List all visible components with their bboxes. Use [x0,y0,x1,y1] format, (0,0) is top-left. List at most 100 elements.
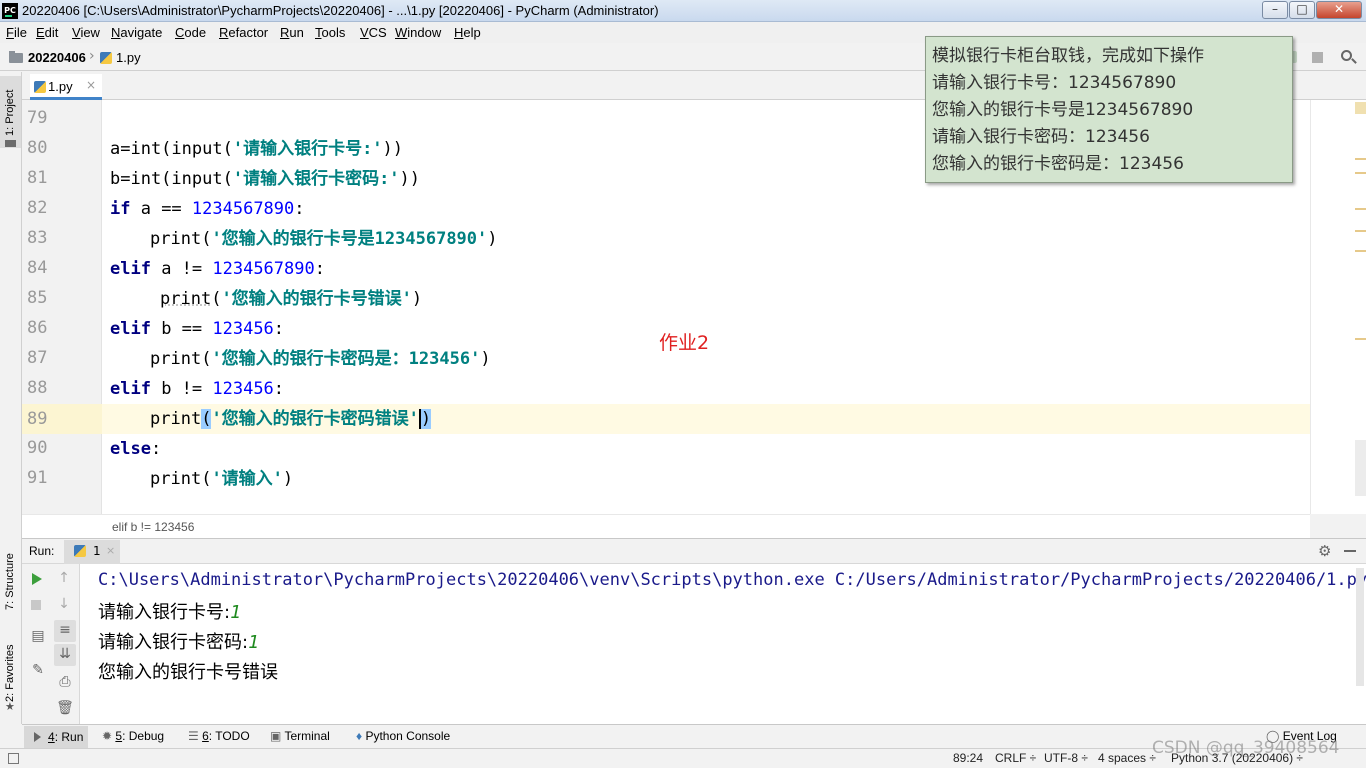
toggle-tool-windows-icon[interactable] [8,753,19,764]
close-button[interactable]: ✕ [1316,1,1362,19]
menu-vcs[interactable]: VCS [360,25,387,40]
tool-run-tab[interactable]: 4: Run [24,726,88,748]
title-bar: PC 20220406 [C:\Users\Administrator\Pych… [0,0,1366,22]
project-tool-tab[interactable]: 1: Project [0,76,21,148]
console-line: 请输入银行卡号:1 [98,602,241,623]
structure-tool-tab[interactable]: 7: Structure [4,534,16,610]
menu-edit[interactable]: Edit [36,25,58,40]
line-number: 90 [27,438,48,458]
inspection-status-icon[interactable] [1355,102,1366,114]
pin-icon[interactable]: ✎ [28,660,48,680]
trash-icon[interactable]: 🗑 [55,698,75,718]
scroll-to-end-button[interactable]: ⇊ [54,644,76,666]
scroll-thumb[interactable] [1355,440,1366,496]
print-icon[interactable]: ⎙ [55,672,75,692]
tool-debug-tab[interactable]: ✹ 5: Debug [102,729,164,747]
line-separator[interactable]: CRLF ÷ [995,751,1036,765]
menu-help[interactable]: Help [454,25,481,40]
line-number: 88 [27,378,48,398]
soft-wrap-button[interactable]: ≡ [54,620,76,642]
todo-icon: ☰ [188,729,203,743]
file-encoding[interactable]: UTF-8 ÷ [1044,751,1088,765]
search-icon-handle [1351,58,1357,64]
popup-line: 模拟银行卡柜台取钱，完成如下操作 [932,46,1204,66]
minimize-button[interactable]: – [1262,1,1288,19]
menu-navigate[interactable]: Navigate [111,25,162,40]
hide-panel-icon[interactable] [1344,550,1356,552]
code-line-88: elif b != 123456: [110,379,285,399]
menu-file[interactable]: File [6,25,27,40]
layout-icon[interactable]: ▤ [28,626,48,646]
tool-todo-tab[interactable]: ☰ 6: TODO [188,729,250,747]
favorites-tool-tab[interactable]: 2: Favorites [4,632,16,702]
line-number: 81 [27,168,48,188]
indent-setting[interactable]: 4 spaces ÷ [1098,751,1156,765]
breadcrumb-text[interactable]: elif b != 123456 [112,520,194,534]
window-title: 20220406 [C:\Users\Administrator\Pycharm… [22,3,659,18]
code-breadcrumb: elif b != 123456 [22,514,1310,538]
current-line-highlight: 89 print('您输入的银行卡密码错误') [22,404,1310,434]
python-file-icon [34,81,46,93]
menu-code[interactable]: Code [175,25,206,40]
marker[interactable] [1355,208,1366,210]
code-line-90: else: [110,439,162,459]
code-line-81: b=int(input('请输入银行卡密码:')) [110,169,421,189]
tool-python-console-tab[interactable]: ♦ Python Console [356,729,450,747]
nav-file[interactable]: 1.py [116,50,141,65]
tool-terminal-tab[interactable]: ▣ Terminal [270,729,330,747]
console-line: 请输入银行卡密码:1 [98,632,259,653]
popup-line: 请输入银行卡密码：123456 [932,127,1150,147]
line-number: 83 [27,228,48,248]
marker[interactable] [1355,230,1366,232]
tab-label: 1.py [48,79,73,94]
menu-view[interactable]: View [72,25,100,40]
code-line-87: print('您输入的银行卡密码是：123456') [150,349,491,369]
menu-tools[interactable]: Tools [315,25,345,40]
down-arrow-icon[interactable]: ↓ [54,594,74,614]
terminal-icon: ▣ [270,729,285,743]
stop-icon[interactable] [1312,52,1323,63]
rerun-icon[interactable] [32,573,42,585]
run-tab-close-icon[interactable]: × [106,544,115,557]
scroll-to-end-icon: ⇊ [59,646,71,662]
popup-line: 请输入银行卡号：1234567890 [932,73,1177,93]
run-label: Run: [29,544,55,558]
error-stripe[interactable] [1310,100,1366,514]
project-folder-icon [5,140,16,147]
pycharm-logo-icon: PC [2,3,18,19]
marker[interactable] [1355,338,1366,340]
menu-window[interactable]: Window [395,25,441,40]
favorites-star-icon: ★ [5,700,15,713]
code-line-91: print('请输入') [150,469,294,489]
code-line-83: print('您输入的银行卡号是1234567890') [150,229,498,249]
annotation-text: 作业2 [659,332,710,354]
settings-gear-icon[interactable]: ⚙ [1318,542,1331,560]
nav-project[interactable]: 20220406 [28,50,86,65]
console-scrollbar[interactable] [1356,568,1364,686]
python-file-icon [100,52,112,64]
watermark: CSDN @qq_39408564 [1152,738,1340,758]
line-number: 84 [27,258,48,278]
tab-close-icon[interactable]: × [86,78,96,92]
line-number: 87 [27,348,48,368]
code-line-80: a=int(input('请输入银行卡号:')) [110,139,404,159]
folder-icon [9,51,23,63]
up-arrow-icon[interactable]: ↑ [54,568,74,588]
run-console[interactable]: C:\Users\Administrator\PycharmProjects\2… [80,564,1366,724]
line-number: 82 [27,198,48,218]
tab-1py[interactable]: 1.py × [30,74,102,100]
stop-icon[interactable] [31,600,41,610]
run-tab-1[interactable]: 1 × [64,540,120,564]
menu-run[interactable]: Run [280,25,304,40]
marker[interactable] [1355,172,1366,174]
caret-position[interactable]: 89:24 [953,751,983,765]
maximize-button[interactable]: □ [1289,1,1315,19]
code-line-89: print('您输入的银行卡密码错误') [150,409,432,429]
tool-run-label: 4: Run [48,730,84,744]
line-number: 86 [27,318,48,338]
marker[interactable] [1355,250,1366,252]
menu-refactor[interactable]: Refactor [219,25,268,40]
project-tool-label: 1: Project [4,89,16,136]
left-tool-stripe: 1: Project 7: Structure 2: Favorites ★ [0,72,22,724]
marker[interactable] [1355,158,1366,160]
